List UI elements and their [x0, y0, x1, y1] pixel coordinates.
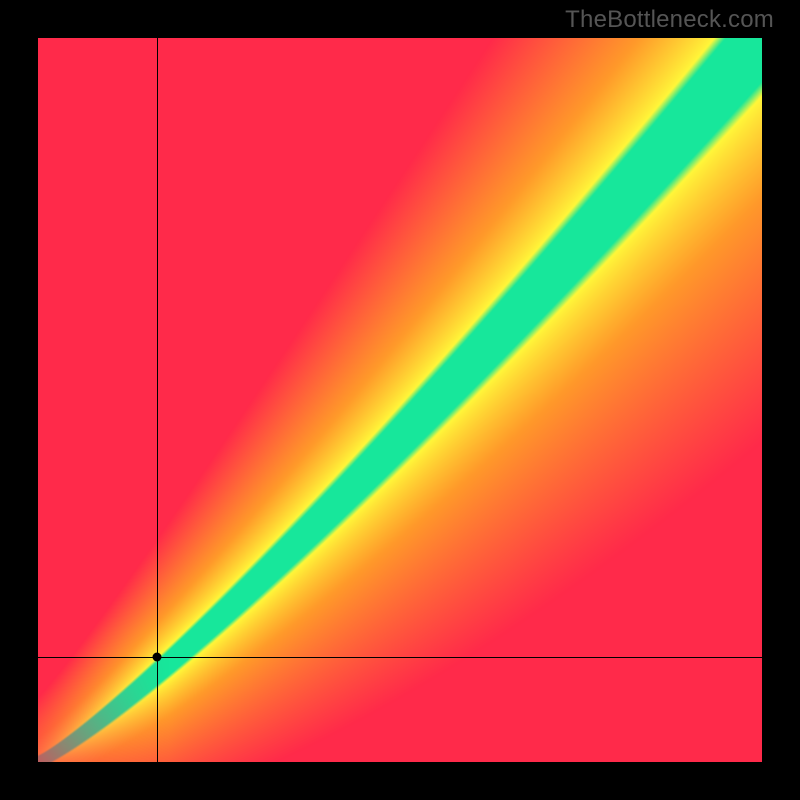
chart-frame: TheBottleneck.com: [0, 0, 800, 800]
watermark-text: TheBottleneck.com: [565, 6, 774, 34]
plot-area: [38, 38, 762, 762]
bottleneck-heatmap: [38, 38, 762, 762]
